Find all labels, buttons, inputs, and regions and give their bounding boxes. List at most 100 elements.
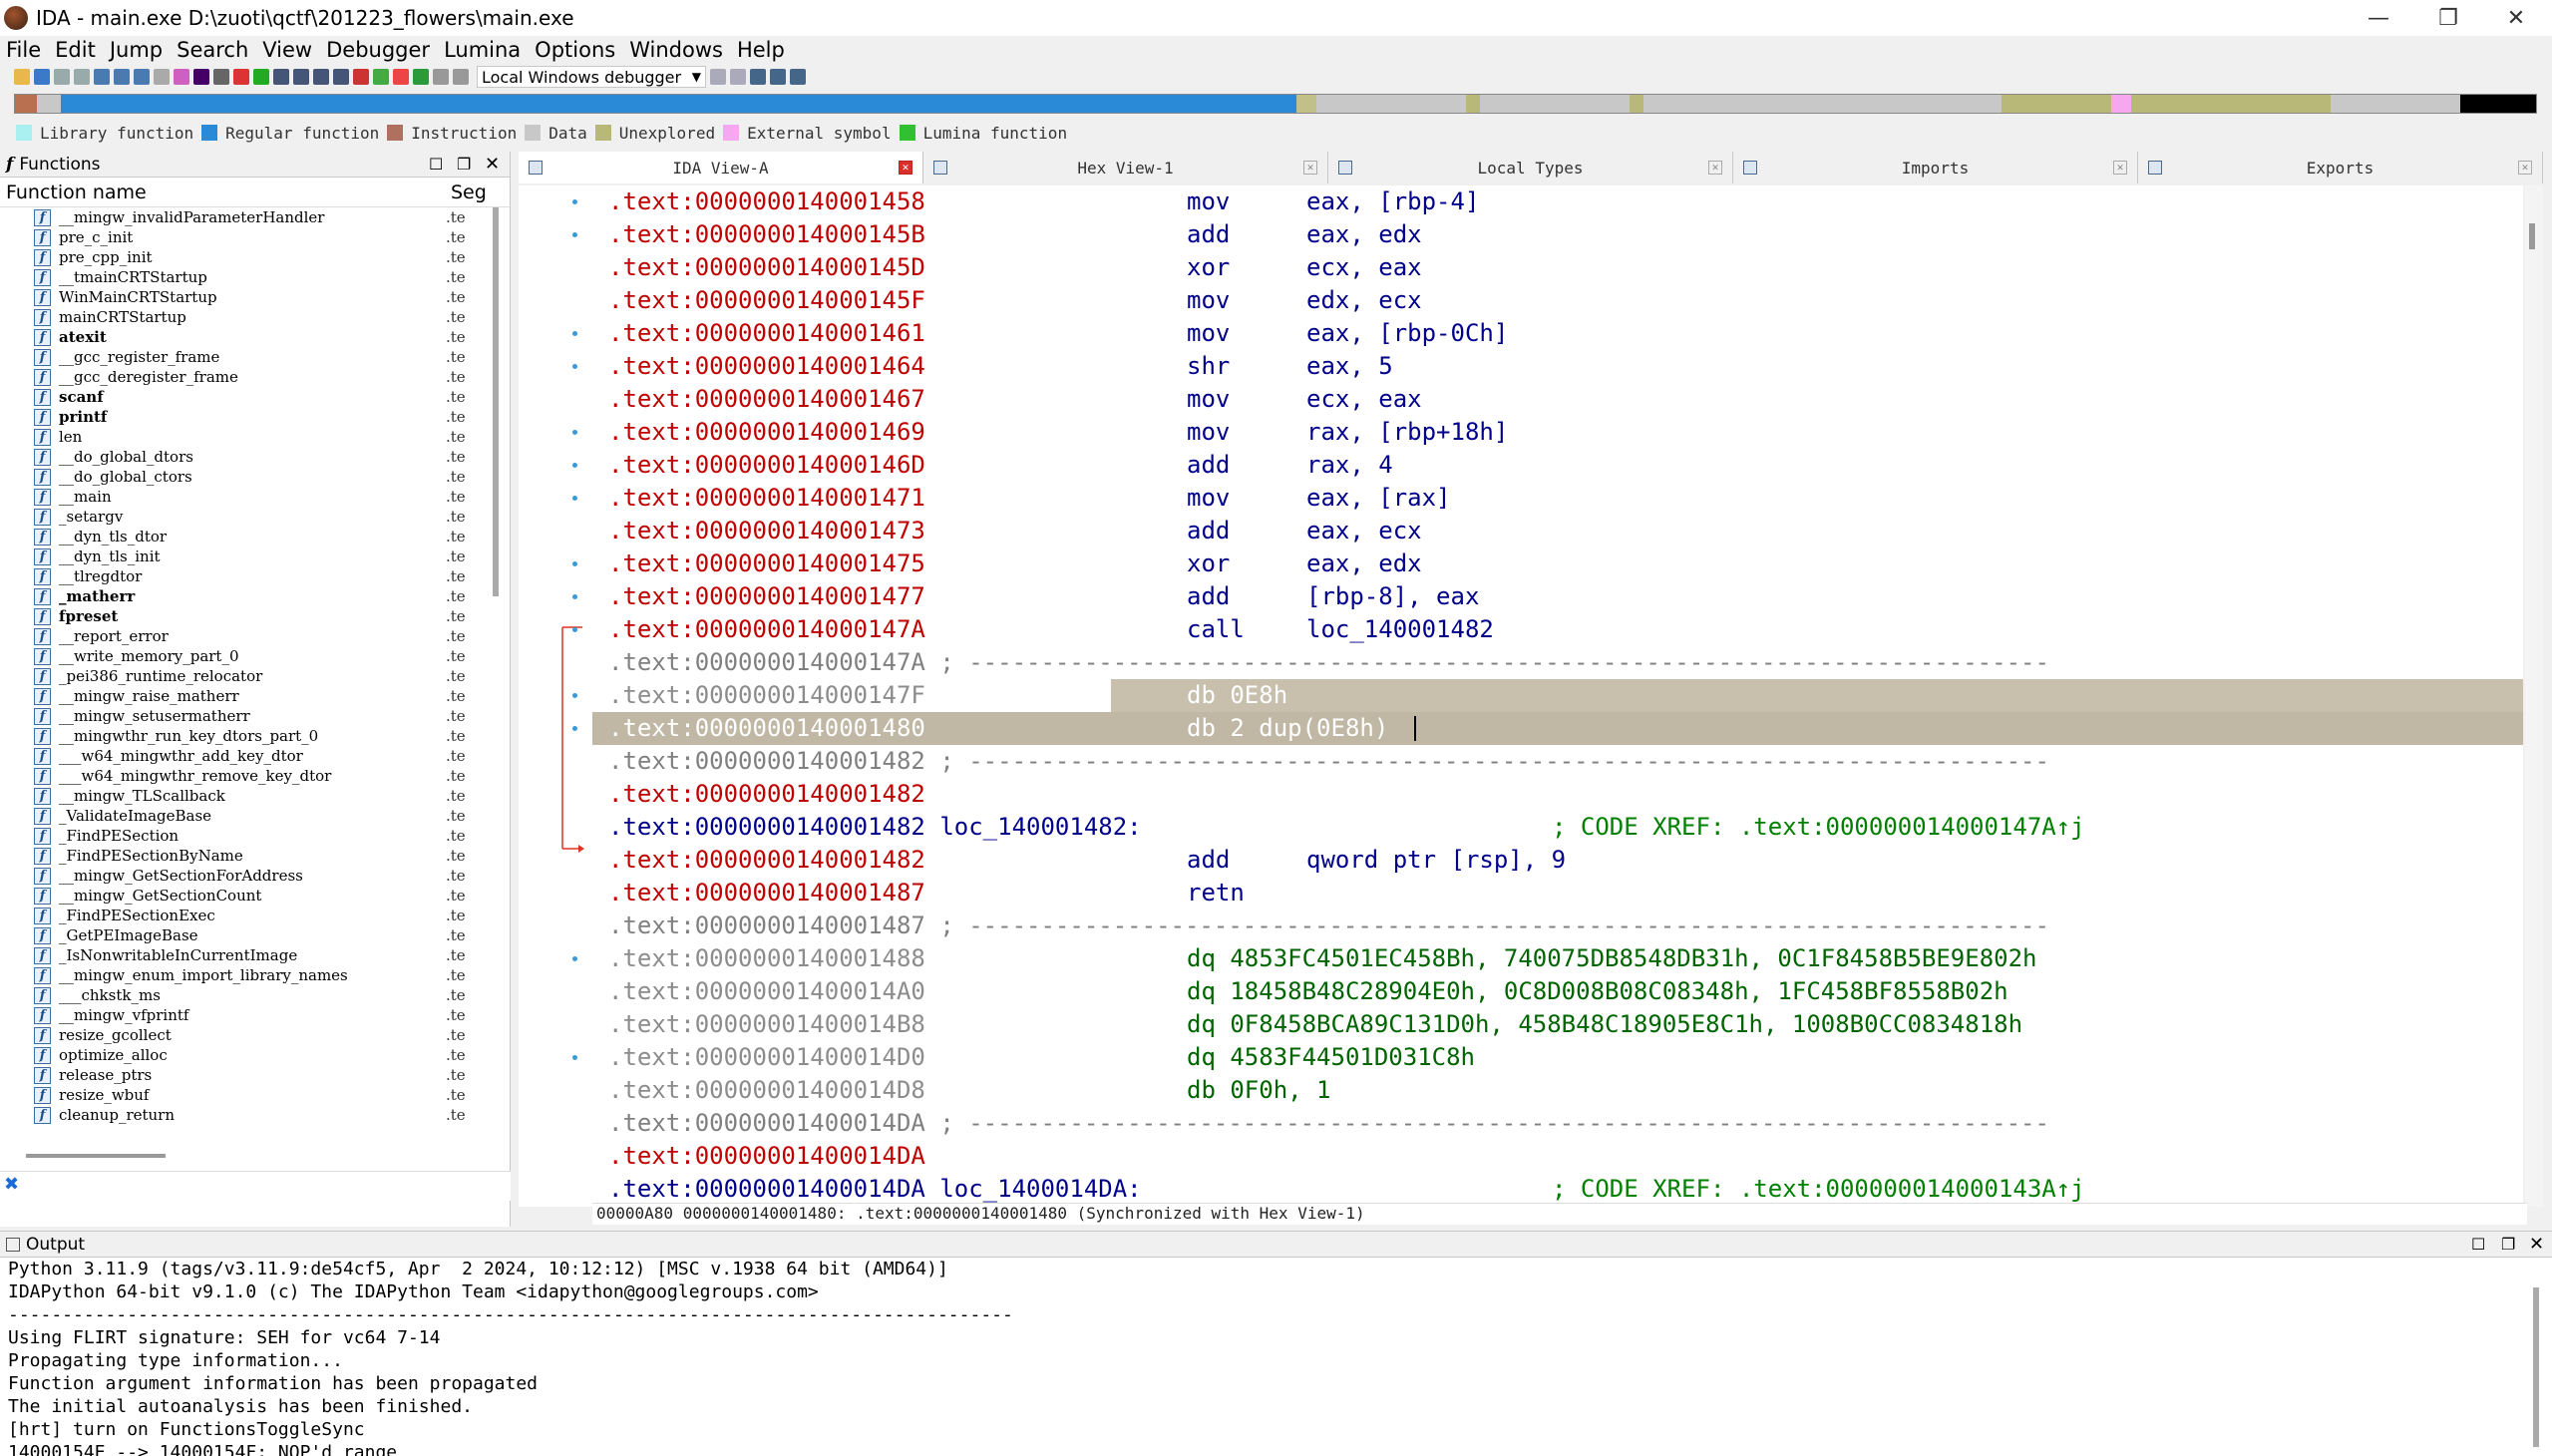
function-row[interactable]: f resize_wbuf .te	[0, 1085, 510, 1105]
data-line[interactable]: .text:00000001400014B8 dq 0F8458BCA89C131…	[592, 1008, 2523, 1041]
line-marker-dot[interactable]	[572, 627, 577, 632]
instruction-line[interactable]: .text:0000000140001458 mov eax, [rbp-4]	[592, 185, 2523, 218]
disassembly-scrollbar[interactable]	[2525, 185, 2543, 1207]
function-row[interactable]: f WinMainCRTStartup .te	[0, 287, 510, 307]
pause-process-icon[interactable]	[433, 69, 449, 85]
functions-hscrollbar[interactable]	[26, 1154, 166, 1158]
close-tab-icon[interactable]: ✕	[2113, 161, 2127, 175]
function-row[interactable]: f printf .te	[0, 407, 510, 427]
line-marker-dot[interactable]	[572, 364, 577, 369]
function-row[interactable]: f _pei386_runtime_relocator .te	[0, 666, 510, 686]
data-line[interactable]: .text:00000001400014A0 dq 18458B48C28904E…	[592, 975, 2523, 1008]
segment-icon[interactable]	[313, 69, 329, 85]
function-row[interactable]: f atexit .te	[0, 327, 510, 347]
line-marker-dot[interactable]	[572, 496, 577, 501]
instruction-line[interactable]: .text:000000014000147A call loc_140001482	[592, 613, 2523, 646]
disassembly-view[interactable]: .text:0000000140001458 mov eax, [rbp-4] .te…	[519, 185, 2523, 1207]
stop-icon[interactable]	[353, 69, 369, 85]
line-marker-dot[interactable]	[572, 561, 577, 566]
instruction-line[interactable]: .text:0000000140001471 mov eax, [rax]	[592, 482, 2523, 515]
function-row[interactable]: f __report_error .te	[0, 626, 510, 646]
terminate-process-icon[interactable]	[453, 69, 469, 85]
output-scrollbar[interactable]	[2533, 1287, 2539, 1447]
instruction-line[interactable]: .text:000000014000145F mov edx, ecx	[592, 284, 2523, 317]
enum-icon[interactable]	[293, 69, 309, 85]
open-file-icon[interactable]	[14, 69, 30, 85]
graph-view-icon[interactable]	[114, 69, 130, 85]
functions-filter-bar[interactable]: ✖	[0, 1171, 511, 1201]
function-row[interactable]: f _IsNonwritableInCurrentImage .te	[0, 945, 510, 965]
label-line[interactable]: .text:00000001400014DA loc_1400014DA: ; C…	[592, 1173, 2523, 1206]
close-tab-icon[interactable]: ✕	[1303, 161, 1317, 175]
save-icon[interactable]	[34, 69, 50, 85]
close-tab-icon[interactable]: ✕	[899, 161, 912, 175]
line-marker-dot[interactable]	[572, 726, 577, 731]
function-row[interactable]: f __mingwthr_run_key_dtors_part_0 .te	[0, 726, 510, 746]
instruction-line[interactable]: .text:0000000140001464 shr eax, 5	[592, 350, 2523, 383]
struct-icon[interactable]	[273, 69, 289, 85]
menu-edit[interactable]: Edit	[55, 38, 96, 62]
code-label[interactable]: .text:0000000140001482 loc_140001482:	[608, 813, 1142, 841]
navigation-band[interactable]	[14, 94, 2537, 114]
instruction-line[interactable]: .text:000000014000145B add eax, edx	[592, 218, 2523, 251]
instruction-line[interactable]: .text:0000000140001482 add qword ptr [rsp]…	[592, 844, 2523, 877]
step-into-icon[interactable]	[710, 69, 726, 85]
function-row[interactable]: f _GetPEImageBase .te	[0, 925, 510, 945]
function-row[interactable]: f fpreset .te	[0, 606, 510, 626]
forward-icon[interactable]	[74, 69, 90, 85]
function-row[interactable]: f _FindPESectionExec .te	[0, 906, 510, 925]
function-row[interactable]: f _ValidateImageBase .te	[0, 806, 510, 826]
function-row[interactable]: f __gcc_register_frame .te	[0, 347, 510, 367]
back-icon[interactable]	[54, 69, 70, 85]
menu-lumina[interactable]: Lumina	[444, 38, 521, 62]
label-line[interactable]: .text:0000000140001482 loc_140001482: ; C…	[592, 811, 2523, 844]
blank-line[interactable]: .text:00000001400014DA	[592, 1140, 2523, 1173]
close-panel-icon[interactable]: ✕	[485, 154, 500, 175]
function-row[interactable]: f __mingw_GetSectionForAddress .te	[0, 866, 510, 886]
line-marker-dot[interactable]	[572, 1055, 577, 1060]
function-row[interactable]: f __mingw_raise_matherr .te	[0, 686, 510, 706]
lines-icon[interactable]	[790, 69, 806, 85]
instruction-line[interactable]: .text:0000000140001461 mov eax, [rbp-0Ch]	[592, 317, 2523, 350]
jump-icon[interactable]	[193, 69, 209, 85]
start-process-icon[interactable]	[413, 69, 429, 85]
function-row[interactable]: f __dyn_tls_init .te	[0, 546, 510, 566]
function-row[interactable]: f __mingw_invalidParameterHandler .te	[0, 207, 510, 227]
instruction-line[interactable]: .text:000000014000146D add rax, 4	[592, 449, 2523, 482]
tab-imports[interactable]: Imports ✕	[1733, 152, 2138, 183]
function-row[interactable]: f ___w64_mingwthr_remove_key_dtor .te	[0, 766, 510, 786]
function-row[interactable]: f resize_gcollect .te	[0, 1025, 510, 1045]
filter-icon[interactable]: ✖	[4, 1174, 19, 1195]
function-row[interactable]: f _matherr .te	[0, 586, 510, 606]
search-icon[interactable]	[154, 69, 170, 85]
tab-exports[interactable]: Exports ✕	[2138, 152, 2543, 183]
lumina-icon[interactable]	[253, 69, 269, 85]
menu-debugger[interactable]: Debugger	[326, 38, 430, 62]
function-row[interactable]: f __dyn_tls_dtor .te	[0, 527, 510, 546]
close-tab-icon[interactable]: ✕	[1708, 161, 1722, 175]
function-row[interactable]: f ___w64_mingwthr_add_key_dtor .te	[0, 746, 510, 766]
debugger-select[interactable]: Local Windows debugger ▼	[477, 66, 706, 88]
graph-layout-icon[interactable]	[750, 69, 766, 85]
menu-view[interactable]: View	[262, 38, 312, 62]
function-row[interactable]: f __mingw_vfprintf .te	[0, 1005, 510, 1025]
patch-icon[interactable]	[333, 69, 349, 85]
data-line[interactable]: .text:000000014000147F db 0E8h	[592, 679, 2523, 712]
function-row[interactable]: f __gcc_deregister_frame .te	[0, 367, 510, 387]
line-marker-dot[interactable]	[572, 232, 577, 237]
function-row[interactable]: f __mingw_setusermatherr .te	[0, 706, 510, 726]
instruction-line[interactable]: .text:0000000140001477 add [rbp-8], eax	[592, 580, 2523, 613]
menu-options[interactable]: Options	[535, 38, 615, 62]
line-marker-dot[interactable]	[572, 463, 577, 468]
line-marker-dot[interactable]	[572, 956, 577, 961]
instruction-line[interactable]: .text:0000000140001487 retn	[592, 877, 2523, 910]
function-row[interactable]: f __tmainCRTStartup .te	[0, 267, 510, 287]
menu-file[interactable]: File	[6, 38, 41, 62]
instruction-line[interactable]: .text:000000014000145D xor ecx, eax	[592, 251, 2523, 284]
instruction-line[interactable]: .text:0000000140001469 mov rax, [rbp+18h]	[592, 416, 2523, 449]
maximize-panel-icon[interactable]: ☐	[2471, 1235, 2485, 1254]
text-view-icon[interactable]	[134, 69, 150, 85]
data-line[interactable]: .text:00000001400014D8 db 0F0h, 1	[592, 1074, 2523, 1107]
strings-icon[interactable]	[174, 69, 189, 85]
names-icon[interactable]	[213, 69, 229, 85]
